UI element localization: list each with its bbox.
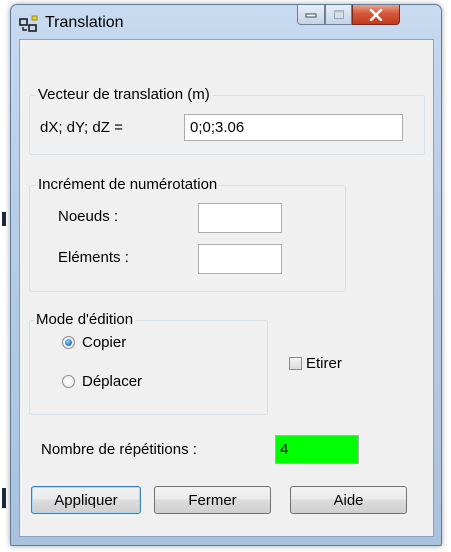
dxdydz-label: dX; dY; dZ =	[40, 119, 123, 136]
edit-mode-group: Mode d'édition Copier Déplacer	[29, 311, 268, 415]
stretch-label: Etirer	[306, 355, 342, 372]
radio-move-icon	[62, 375, 75, 388]
maximize-button[interactable]	[325, 5, 352, 25]
numbering-increment-legend: Incrément de numérotation	[36, 176, 220, 194]
apply-button[interactable]: Appliquer	[31, 486, 141, 514]
radio-move-label: Déplacer	[82, 373, 143, 390]
background-mark	[2, 212, 6, 226]
radio-copy-selected-icon	[62, 336, 75, 349]
title-bar[interactable]: Translation	[11, 5, 441, 39]
minimize-button[interactable]	[297, 5, 325, 25]
checkbox-icon	[289, 357, 302, 370]
translation-vector-input[interactable]	[184, 114, 403, 141]
app-icon	[19, 15, 39, 33]
repetitions-label: Nombre de répétitions :	[41, 441, 197, 458]
translation-vector-legend: Vecteur de translation (m)	[36, 86, 212, 104]
radio-copy[interactable]: Copier	[62, 334, 126, 351]
minimize-icon	[305, 13, 317, 17]
translation-dialog: Translation Vecteur de translation (m) d…	[10, 4, 442, 546]
close-button[interactable]: Fermer	[154, 486, 271, 514]
background-mark	[2, 488, 6, 508]
translation-vector-group: Vecteur de translation (m) dX; dY; dZ =	[29, 86, 425, 155]
window-title: Translation	[45, 14, 124, 31]
radio-copy-label: Copier	[82, 334, 127, 351]
maximize-icon	[333, 10, 344, 19]
nodes-input[interactable]	[198, 203, 282, 233]
numbering-increment-group: Incrément de numérotation Noeuds : Eléme…	[29, 176, 346, 292]
radio-move[interactable]: Déplacer	[62, 373, 142, 390]
repetitions-input[interactable]	[275, 435, 359, 464]
close-icon	[369, 8, 383, 21]
close-window-button[interactable]	[352, 5, 400, 25]
elements-label: Eléments :	[58, 249, 129, 266]
help-button[interactable]: Aide	[290, 486, 407, 514]
elements-input[interactable]	[198, 244, 282, 274]
dialog-body: Vecteur de translation (m) dX; dY; dZ = …	[19, 39, 434, 537]
edit-mode-legend: Mode d'édition	[34, 311, 136, 329]
stretch-checkbox[interactable]: Etirer	[289, 355, 342, 372]
nodes-label: Noeuds :	[58, 208, 119, 225]
